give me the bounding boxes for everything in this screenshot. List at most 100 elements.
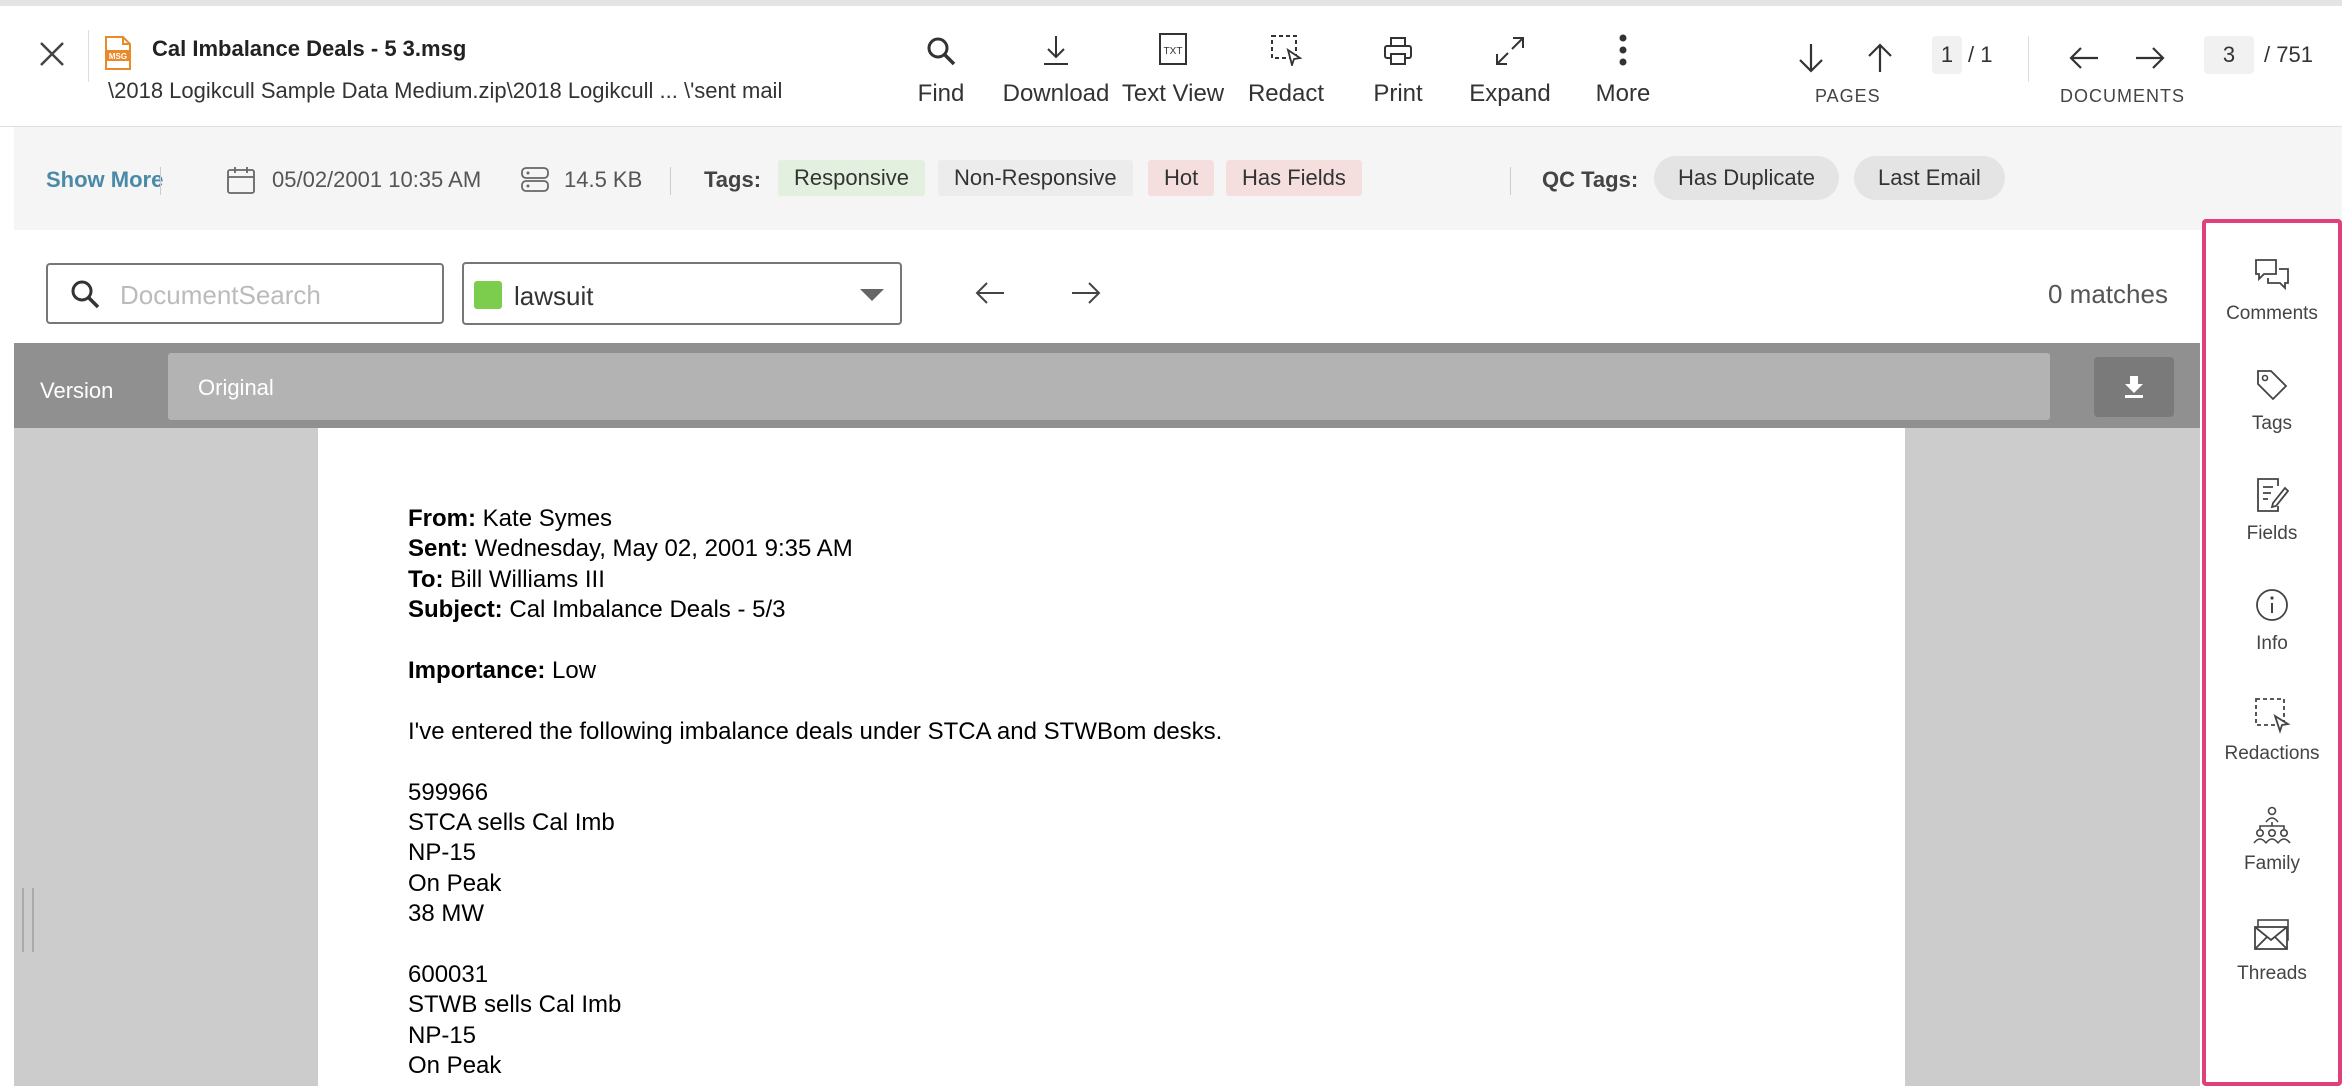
close-icon	[40, 42, 64, 66]
info-divider	[160, 167, 161, 195]
download-icon	[2125, 376, 2143, 398]
fields-panel-button[interactable]: Fields	[2206, 471, 2338, 561]
pages-label: PAGES	[1815, 86, 1881, 106]
arrow-right-icon	[2136, 47, 2165, 69]
info-divider	[670, 167, 671, 195]
family-tree-icon	[2253, 806, 2291, 844]
document-total: / 751	[2264, 42, 2313, 67]
printer-icon	[1384, 37, 1412, 65]
redact-select-icon	[1271, 35, 1302, 66]
deal-line: 599966	[408, 778, 489, 806]
text-view-label: Text View	[1121, 80, 1225, 107]
qc-tag-has-duplicate[interactable]: Has Duplicate	[1654, 156, 1839, 200]
more-button[interactable]: More	[1568, 24, 1678, 114]
arrow-right-icon	[1072, 282, 1101, 304]
document-size: 14.5 KB	[564, 167, 643, 192]
info-icon	[2256, 589, 2288, 621]
expand-label: Expand	[1469, 80, 1551, 107]
print-button[interactable]: Print	[1343, 24, 1453, 114]
deal-line: 38 MW	[408, 900, 485, 928]
redactions-label: Redactions	[2224, 743, 2320, 764]
search-term-list-value: lawsuit	[514, 281, 594, 311]
next-page-button[interactable]	[1791, 38, 1831, 78]
previous-document-button[interactable]	[2064, 38, 2104, 78]
page-total: / 1	[1968, 42, 1993, 67]
version-select[interactable]: Original	[168, 353, 2050, 420]
tag-hot[interactable]: Hot	[1148, 160, 1215, 196]
qc-tag-last-email[interactable]: Last Email	[1854, 156, 2005, 200]
email-body: From: Kate Symes Sent: Wednesday, May 02…	[408, 504, 1222, 1082]
document-viewer: Version Original From: Kate Symes Sent: …	[14, 343, 2200, 1086]
document-date: 05/02/2001 10:35 AM	[272, 167, 482, 192]
search-term-list-select[interactable]: lawsuit	[462, 262, 902, 325]
find-label: Find	[917, 80, 965, 107]
documents-label: DOCUMENTS	[2060, 86, 2185, 106]
previous-page-button[interactable]	[1860, 38, 1900, 78]
redactions-panel-button[interactable]: Redactions	[2206, 691, 2338, 781]
email-subject-line: Subject: Cal Imbalance Deals - 5/3	[408, 596, 786, 624]
redact-label: Redact	[1247, 80, 1325, 107]
tags-panel-button[interactable]: Tags	[2206, 361, 2338, 451]
search-icon	[71, 280, 100, 309]
page-number-input[interactable]: 1	[1932, 36, 1962, 74]
arrow-left-icon	[2069, 47, 2098, 69]
close-button[interactable]	[32, 34, 72, 74]
deal-line: 600031	[408, 961, 489, 989]
next-document-button[interactable]	[2130, 38, 2170, 78]
email-sent-line: Sent: Wednesday, May 02, 2001 9:35 AM	[408, 535, 853, 563]
fields-edit-icon	[2257, 478, 2290, 512]
txt-file-icon: TXT	[1159, 33, 1187, 65]
svg-text:TXT: TXT	[1164, 46, 1183, 57]
document-title: Cal Imbalance Deals - 5 3.msg	[152, 36, 467, 61]
arrow-left-icon	[975, 282, 1004, 304]
tags-label: Tags:	[704, 167, 762, 192]
redact-button[interactable]: Redact	[1231, 24, 1341, 114]
previous-match-button[interactable]	[970, 273, 1010, 313]
chevron-down-icon	[860, 289, 884, 301]
info-label: Info	[2256, 633, 2288, 654]
deal-line: STCA sells Cal Imb	[408, 809, 615, 837]
side-panel: Comments Tags Fields Info Redactions Fam…	[2202, 219, 2342, 1086]
text-view-button[interactable]: TXT Text View	[1118, 24, 1228, 114]
download-button[interactable]: Download	[1001, 24, 1111, 114]
document-header: MSG Cal Imbalance Deals - 5 3.msg \2018 …	[0, 6, 2342, 127]
nav-divider	[2028, 36, 2029, 82]
find-button[interactable]: Find	[886, 24, 996, 114]
panel-resize-handle[interactable]	[22, 888, 34, 952]
expand-button[interactable]: Expand	[1455, 24, 1565, 114]
search-icon	[927, 37, 956, 66]
comments-panel-button[interactable]: Comments	[2206, 251, 2338, 341]
arrow-up-icon	[1868, 43, 1892, 72]
deal-line: STWB sells Cal Imb	[408, 991, 622, 1019]
document-search-input[interactable]	[118, 275, 432, 315]
info-panel-button[interactable]: Info	[2206, 581, 2338, 671]
email-intro: I've entered the following imbalance dea…	[408, 717, 1223, 745]
email-importance-line: Importance: Low	[408, 657, 597, 685]
show-more-link[interactable]: Show More	[46, 167, 163, 193]
download-version-button[interactable]	[2094, 357, 2174, 417]
expand-icon	[1496, 37, 1524, 65]
calendar-icon	[227, 167, 255, 194]
family-panel-button[interactable]: Family	[2206, 801, 2338, 891]
next-match-button[interactable]	[1066, 273, 1106, 313]
download-label: Download	[1002, 80, 1110, 107]
version-bar: Version Original	[14, 343, 2200, 428]
email-from-line: From: Kate Symes	[408, 505, 613, 532]
match-count: 0 matches	[2048, 279, 2168, 309]
comments-label: Comments	[2226, 303, 2318, 324]
document-number-input[interactable]: 3	[2204, 36, 2254, 74]
download-icon	[1044, 36, 1068, 65]
threads-panel-button[interactable]: Threads	[2206, 911, 2338, 1001]
document-search-box	[46, 263, 444, 324]
tag-non-responsive[interactable]: Non-Responsive	[938, 160, 1133, 196]
deal-line: On Peak	[408, 869, 502, 897]
arrow-down-icon	[1799, 44, 1823, 73]
tag-responsive[interactable]: Responsive	[778, 160, 925, 196]
tag-has-fields[interactable]: Has Fields	[1226, 160, 1362, 196]
more-label: More	[1595, 80, 1651, 107]
document-page: From: Kate Symes Sent: Wednesday, May 02…	[318, 428, 1905, 1086]
document-info-bar: Show More 05/02/2001 10:35 AM 14.5 KB Ta…	[14, 127, 2342, 230]
term-color-swatch	[474, 281, 502, 309]
deal-line: NP-15	[408, 1021, 477, 1049]
storage-icon	[521, 167, 549, 192]
